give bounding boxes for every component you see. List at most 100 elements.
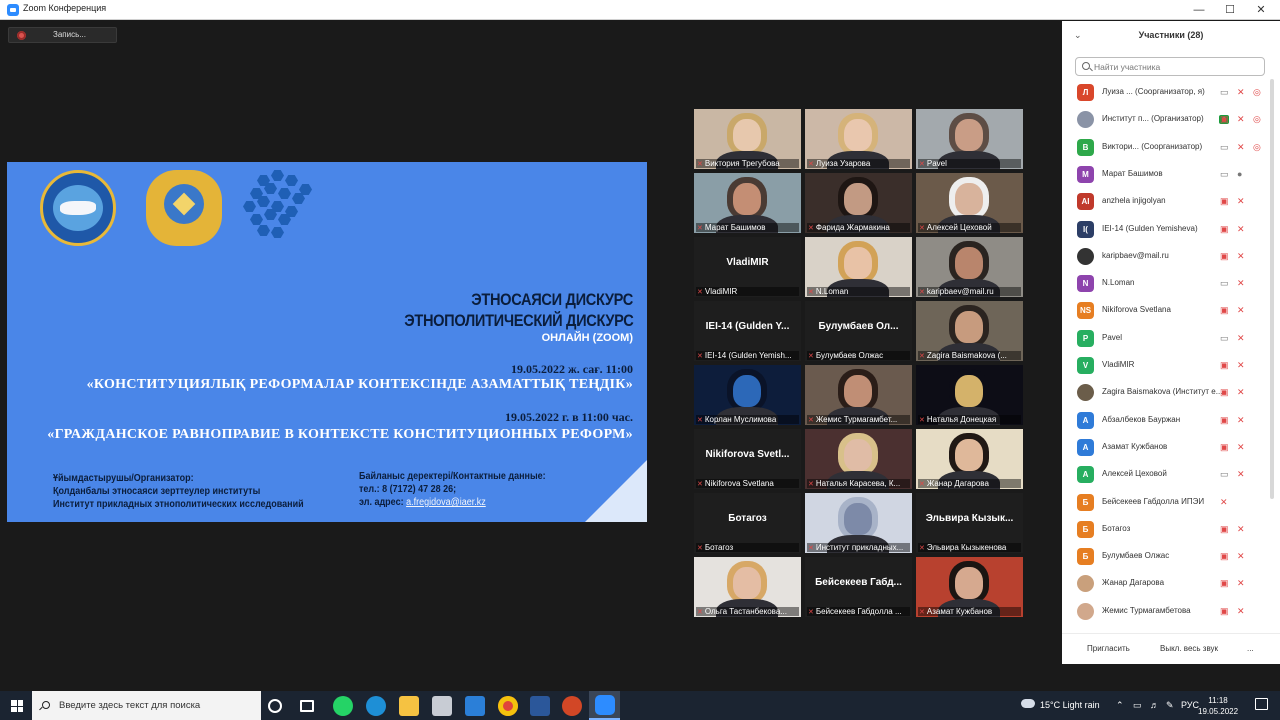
mic-muted-icon: ✕ xyxy=(808,481,814,488)
participant-row[interactable]: А Азамат Кужбанов ✕ ▣ xyxy=(1062,434,1272,461)
taskbar-search[interactable]: Введите здесь текст для поиска xyxy=(32,691,261,720)
edge-icon[interactable] xyxy=(366,696,386,716)
video-tile[interactable]: Эльвира Кызык... ✕ Эльвира Кызыкенова xyxy=(916,493,1023,553)
participant-row[interactable]: I(IEI-14 (Gulden Yemisheva) ✕ ▣ xyxy=(1062,216,1272,243)
video-tile[interactable]: ✕ Наталья Карасева, К... xyxy=(805,429,912,489)
participant-row[interactable]: P Pavel ✕ ▭ xyxy=(1062,325,1272,352)
weather-text[interactable]: 15°C Light rain xyxy=(1040,700,1100,710)
video-tile[interactable]: ✕ Корлан Муслимова xyxy=(694,365,801,425)
video-tile-name-text: Луиза Узарова xyxy=(815,159,871,168)
powerpoint-icon[interactable] xyxy=(562,696,582,716)
participant-row[interactable]: Б Бейсекеев Габдолла ИПЭИ ✕ xyxy=(1062,489,1272,516)
maximize-button[interactable]: ☐ xyxy=(1215,0,1245,20)
participant-row[interactable]: В Виктори... (Соорганизатор) ◎ ✕ ▭ xyxy=(1062,134,1272,161)
participant-row[interactable]: N N.Loman ✕ ▭ xyxy=(1062,270,1272,297)
video-tile[interactable]: Булумбаев Ол... ✕ Булумбаев Олжас xyxy=(805,301,912,361)
participant-row[interactable]: А Абзалбеков Бауржан ✕ ▣ xyxy=(1062,407,1272,434)
volume-icon[interactable]: ♬ xyxy=(1150,700,1159,710)
participant-name: Азамат Кужбанов xyxy=(1102,441,1168,451)
participant-row[interactable]: Жанар Дагарова ✕ ▣ xyxy=(1062,570,1272,597)
participant-row[interactable]: Жемис Турмагамбетова ✕ ▣ xyxy=(1062,598,1272,625)
video-tile[interactable]: ✕ karipbaev@mail.ru xyxy=(916,237,1023,297)
minimize-button[interactable]: — xyxy=(1184,0,1214,20)
video-tile[interactable]: IEI-14 (Gulden Y... ✕ IEI-14 (Gulden Yemis… xyxy=(694,301,801,361)
mic-icon: ● xyxy=(1237,168,1243,179)
video-tile[interactable]: ✕ Алексей Цеховой xyxy=(916,173,1023,233)
video-tile-placeholder-name: IEI-14 (Gulden Y... xyxy=(705,321,790,332)
video-tile[interactable]: Nikiforova Svetl... ✕ Nikiforova Svetlana xyxy=(694,429,801,489)
task-view-icon[interactable] xyxy=(300,700,314,712)
participant-row[interactable]: М Марат Башимов ● ▭ xyxy=(1062,161,1272,188)
participant-name: Pavel xyxy=(1102,332,1123,342)
video-tile[interactable]: ✕ Институт прикладных... xyxy=(805,493,912,553)
participant-row[interactable]: V VladiMIR ✕ ▣ xyxy=(1062,352,1272,379)
participant-avatar: AI xyxy=(1077,193,1094,211)
video-tile[interactable]: ✕ Жемис Турмагамбет... xyxy=(805,365,912,425)
whatsapp-icon[interactable] xyxy=(333,696,353,716)
participant-avatar: P xyxy=(1077,329,1094,347)
invite-button[interactable]: Пригласить xyxy=(1081,641,1136,657)
participant-row[interactable]: Л Луиза ... (Соорганизатор, я) ◎ ✕ ▭ xyxy=(1062,79,1272,106)
video-tile[interactable]: ✕ Наталья Донецкая xyxy=(916,365,1023,425)
participant-row[interactable]: А Алексей Цеховой ✕ ▭ xyxy=(1062,461,1272,488)
video-tile-name: ✕ Фарида Жармакина xyxy=(807,223,910,232)
network-icon[interactable]: ▭ xyxy=(1133,700,1142,711)
participant-avatar: Л xyxy=(1077,84,1094,101)
camera-off-icon: ▣ xyxy=(1220,605,1229,616)
participant-list-scrollbar[interactable] xyxy=(1270,79,1274,499)
participant-row[interactable]: karipbaev@mail.ru ✕ ▣ xyxy=(1062,243,1272,270)
video-tile[interactable]: ✕ N.Loman xyxy=(805,237,912,297)
camera-icon: ▭ xyxy=(1220,469,1229,480)
mic-muted-icon: ✕ xyxy=(1237,578,1245,589)
chrome-icon[interactable] xyxy=(498,696,518,716)
video-tile-name-text: Фарида Жармакина xyxy=(815,223,890,232)
participant-avatar: Б xyxy=(1077,520,1094,538)
participant-avatar xyxy=(1077,575,1094,593)
participant-row[interactable]: NS Nikiforova Svetlana ✕ ▣ xyxy=(1062,297,1272,324)
video-tile[interactable]: ✕ Ольга Тастанбекова... xyxy=(694,557,801,617)
video-tile[interactable]: ✕ Марат Башимов xyxy=(694,173,801,233)
clock[interactable]: 11:18 19.05.2022 xyxy=(1198,695,1238,717)
store-icon[interactable] xyxy=(432,696,452,716)
video-tile[interactable]: ✕ Жанар Дагарова xyxy=(916,429,1023,489)
contact-email-label: эл. адрес: xyxy=(359,497,404,508)
participant-search[interactable] xyxy=(1075,57,1265,76)
more-options-button[interactable]: ... xyxy=(1241,641,1260,657)
windows-start-icon[interactable] xyxy=(11,700,23,712)
participant-row[interactable]: AI anzhela injigolyan ✕ ▣ xyxy=(1062,188,1272,215)
video-tile[interactable]: ✕ Фарида Жармакина xyxy=(805,173,912,233)
video-tile-name-text: Ботагоз xyxy=(704,543,734,552)
mute-all-button[interactable]: Выкл. весь звук xyxy=(1154,641,1224,657)
participant-row[interactable]: Институт п... (Организатор) + ◎ ✕ ▣ xyxy=(1062,106,1272,133)
participant-row[interactable]: Б Булумбаев Олжас ✕ ▣ xyxy=(1062,543,1272,570)
contact-email-link[interactable]: a.fregidova@iaer.kz xyxy=(406,497,486,508)
word-icon[interactable] xyxy=(530,696,550,716)
participant-search-input[interactable] xyxy=(1094,60,1259,74)
cortana-icon[interactable] xyxy=(268,699,282,713)
video-tile-name: ✕ Бейсекеев Габдолла ... xyxy=(807,607,910,616)
video-tile[interactable]: ✕ Zagira Baismakova (... xyxy=(916,301,1023,361)
participant-row[interactable]: Б Ботагоз ✕ ▣ xyxy=(1062,516,1272,543)
video-tile[interactable]: VladiMIR ✕ VladiMIR xyxy=(694,237,801,297)
pen-icon[interactable]: ✎ xyxy=(1166,700,1174,711)
video-tile[interactable]: ✕ Луиза Узарова xyxy=(805,109,912,169)
video-tile[interactable]: Ботагоз ✕ Ботагоз xyxy=(694,493,801,553)
video-tile[interactable]: Бейсекеев Габд... ✕ Бейсекеев Габдолла ... xyxy=(805,557,912,617)
notification-icon[interactable] xyxy=(1255,698,1268,710)
participant-row[interactable]: Zagira Baismakova (Институт е... ✕ ▣ xyxy=(1062,379,1272,406)
mic-muted-icon: ✕ xyxy=(919,353,925,360)
mail-icon[interactable] xyxy=(465,696,485,716)
file-explorer-icon[interactable] xyxy=(399,696,419,716)
zoom-taskbar-icon xyxy=(595,695,615,715)
recording-indicator[interactable]: Запись... xyxy=(8,27,117,43)
mic-muted-icon: ✕ xyxy=(1220,496,1228,507)
zoom-taskbar-button[interactable] xyxy=(589,691,620,720)
video-tile-name-text: Наталья Донецкая xyxy=(926,415,997,424)
video-tile[interactable]: ✕ Виктория Трегубова xyxy=(694,109,801,169)
video-tile[interactable]: ✕ Азамат Кужбанов xyxy=(916,557,1023,617)
video-tile[interactable]: ✕ Pavel xyxy=(916,109,1023,169)
close-button[interactable]: ✕ xyxy=(1246,0,1276,20)
video-tile-name-text: Азамат Кужбанов xyxy=(926,607,993,616)
language-indicator[interactable]: РУС xyxy=(1181,700,1199,710)
tray-chevron-icon[interactable]: ⌃ xyxy=(1116,700,1124,711)
